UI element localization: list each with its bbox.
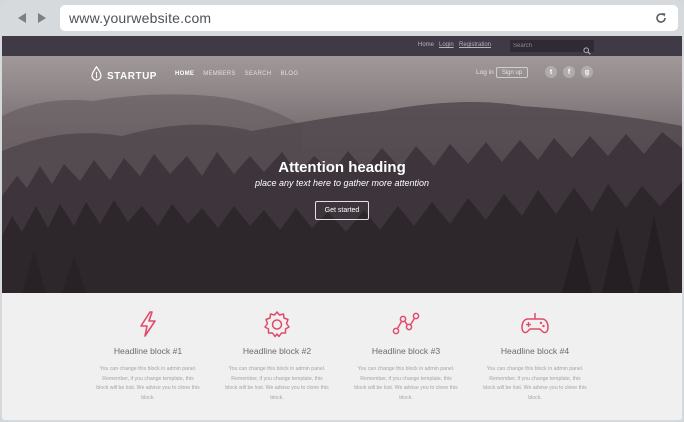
lightning-icon: [133, 309, 163, 339]
topbar-link-home[interactable]: Home: [418, 42, 434, 48]
address-bar[interactable]: www.yourwebsite.com: [60, 5, 678, 31]
login-link[interactable]: Log in: [476, 69, 494, 76]
browser-window: www.yourwebsite.com Home Login Registrat…: [0, 0, 684, 422]
gear-icon: [262, 309, 292, 339]
address-url: www.yourwebsite.com: [69, 10, 212, 26]
feature-title: Headline block #3: [371, 346, 441, 356]
topbar-link-login[interactable]: Login: [439, 42, 454, 48]
twitter-icon[interactable]: t: [545, 66, 557, 78]
features-section: Headline block #1 You can change this bl…: [2, 293, 682, 420]
brand-logo[interactable]: STARTUP: [91, 65, 157, 86]
nav-item-search[interactable]: SEARCH: [245, 71, 272, 77]
feature-text: You can change this block in admin panel…: [225, 366, 329, 401]
feature-title: Headline block #2: [242, 346, 312, 356]
top-utility-bar: Home Login Registration: [2, 36, 682, 56]
forward-arrow-icon[interactable]: [33, 10, 49, 26]
graph-icon: [391, 309, 421, 339]
feature-text: You can change this block in admin panel…: [96, 366, 200, 401]
main-nav: HOME MEMBERS SEARCH BLOG: [175, 71, 298, 77]
topbar-link-registration[interactable]: Registration: [459, 42, 491, 48]
search-input[interactable]: [513, 40, 583, 52]
gamepad-icon: [520, 309, 550, 339]
hero-subtitle: place any text here to gather more atten…: [254, 178, 430, 188]
nav-item-blog[interactable]: BLOG: [280, 71, 298, 77]
back-arrow-icon[interactable]: [14, 10, 30, 26]
nav-item-home[interactable]: HOME: [175, 71, 194, 77]
feature-text: You can change this block in admin panel…: [483, 366, 587, 401]
facebook-icon[interactable]: f: [563, 66, 575, 78]
signup-button[interactable]: Sign up: [496, 67, 528, 78]
feature-title: Headline block #1: [113, 346, 183, 356]
web-page: Home Login Registration Search STARTUP H…: [2, 36, 682, 420]
reload-icon[interactable]: [652, 9, 670, 27]
google-plus-icon[interactable]: g: [581, 66, 593, 78]
nav-item-members[interactable]: MEMBERS: [203, 71, 235, 77]
feature-title: Headline block #4: [500, 346, 570, 356]
search-icon[interactable]: [583, 42, 591, 55]
hero-heading: Attention heading: [278, 159, 406, 176]
search-box: [510, 40, 594, 55]
brand-name: STARTUP: [107, 70, 157, 82]
get-started-button[interactable]: Get started: [315, 201, 369, 220]
feature-text: You can change this block in admin panel…: [354, 366, 458, 401]
hero-section: STARTUP HOME MEMBERS SEARCH BLOG Log in …: [2, 56, 682, 293]
browser-toolbar: www.yourwebsite.com: [0, 0, 684, 36]
drop-logo-icon: [91, 65, 102, 86]
